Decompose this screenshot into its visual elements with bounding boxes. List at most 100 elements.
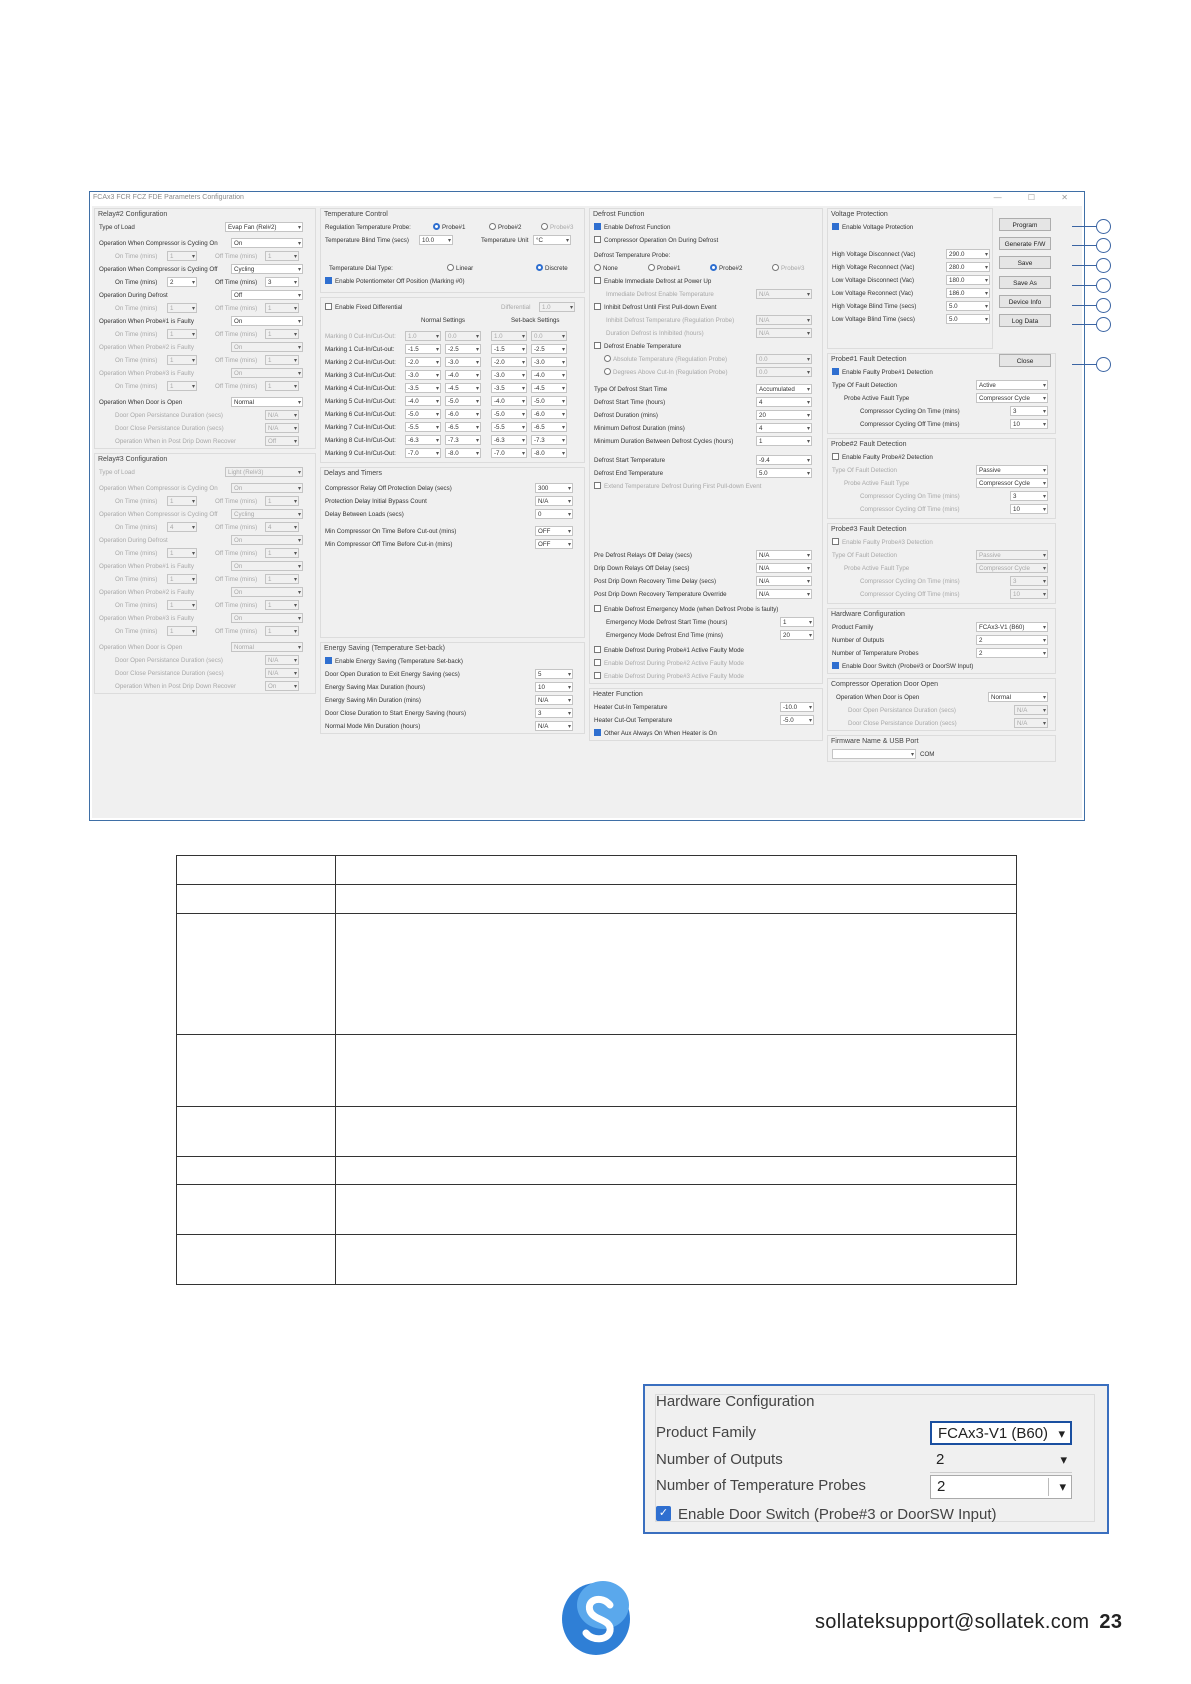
active-type-select[interactable]: Compressor Cycle [976,393,1048,404]
blind-time-select[interactable]: 10.0 [419,235,453,246]
checkbox-icon[interactable] [594,341,601,349]
off-time-select[interactable]: 1 [265,626,299,637]
door-close-select[interactable]: N/A [1014,718,1048,729]
probe2-radio[interactable]: Probe#2 [489,221,521,234]
cycle-off-select[interactable]: 10 [1010,504,1048,515]
setback-cutin-select[interactable]: -6.3 [491,435,527,446]
energy-select[interactable]: 5 [535,669,573,680]
defrost-enable-temp-checkbox[interactable]: Defrost Enable Temperature [594,340,681,353]
start-type-select[interactable]: Accumulated [756,384,812,395]
door-op-select[interactable]: Normal [988,692,1048,703]
log-data-button[interactable]: Log Data [999,314,1051,327]
defrost-faulty1-checkbox[interactable]: Enable Defrost During Probe#1 Active Fau… [594,644,744,657]
save-as-button[interactable]: Save As [999,276,1051,289]
voltage-select[interactable]: 186.0 [946,288,990,299]
family-select[interactable]: FCAx3-V1 (B60) [976,622,1048,633]
operation-select[interactable]: Cycling [231,509,303,520]
checkbox-checked-icon[interactable] [325,276,332,284]
absolute-temp-radio[interactable]: Absolute Temperature (Regulation Probe) [604,353,727,366]
radio-icon[interactable] [604,367,611,375]
on-time-select[interactable]: 2 [167,277,197,288]
normal-cutout-select[interactable]: -4.0 [445,370,481,381]
probe3-radio[interactable]: Probe#3 [541,221,573,234]
outputs-select[interactable]: 2 [976,635,1048,646]
energy-select[interactable]: 10 [535,682,573,693]
linear-radio[interactable]: Linear [447,262,473,275]
extend-defrost-checkbox[interactable]: Extend Temperature Defrost During First … [594,480,761,493]
setback-cutin-select[interactable]: -1.5 [491,344,527,355]
setback-cutout-select[interactable]: -7.3 [531,435,567,446]
radio-icon[interactable] [594,263,601,271]
on-time-select[interactable]: 1 [167,574,197,585]
active-type-select[interactable]: Compressor Cycle [976,563,1048,574]
number-of-probes-select[interactable]: 2 [930,1475,1072,1499]
operation-select[interactable]: On [231,561,303,572]
number-of-outputs-select[interactable]: 2 [930,1449,1072,1473]
heater-cutin-select[interactable]: -10.0 [780,702,814,713]
energy-select[interactable]: 3 [535,708,573,719]
radio-selected-icon[interactable] [536,263,543,271]
checkbox-icon[interactable] [594,481,601,489]
checkbox-icon[interactable] [594,276,601,284]
setback-cutin-select[interactable]: 1.0 [491,331,527,342]
off-time-select[interactable]: 1 [265,600,299,611]
operation-select[interactable]: On [265,681,299,692]
drip-delay-select[interactable]: N/A [756,550,812,561]
checkbox-checked-icon[interactable] [832,367,839,375]
cycle-off-select[interactable]: 10 [1010,419,1048,430]
setback-cutout-select[interactable]: -8.0 [531,448,567,459]
defrost-faulty3-checkbox[interactable]: Enable Defrost During Probe#3 Active Fau… [594,670,744,683]
operation-select[interactable]: Normal [231,397,303,408]
generate-fw-button[interactable]: Generate F/W [999,237,1051,250]
setback-cutout-select[interactable]: -3.0 [531,357,567,368]
off-time-select[interactable]: 1 [265,329,299,340]
setback-cutin-select[interactable]: -3.5 [491,383,527,394]
defrost-probe2-radio[interactable]: Probe#2 [710,262,742,275]
radio-icon[interactable] [648,263,655,271]
probe1-radio[interactable]: Probe#1 [433,221,465,234]
checkbox-icon[interactable] [594,604,601,612]
radio-selected-icon[interactable] [433,222,440,230]
operation-select[interactable]: N/A [265,423,299,434]
defrost-time-select[interactable]: 4 [756,397,812,408]
inhibit-duration-select[interactable]: N/A [756,328,812,339]
delay-select[interactable]: 300 [535,483,573,494]
enable-defrost-checkbox[interactable]: Enable Defrost Function [594,221,670,234]
off-time-select[interactable]: 1 [265,496,299,507]
checkbox-icon[interactable] [594,302,601,310]
defrost-probe3-radio[interactable]: Probe#3 [772,262,804,275]
discrete-radio[interactable]: Discrete [536,262,568,275]
defrost-time-select[interactable]: 20 [756,410,812,421]
operation-select[interactable]: On [231,587,303,598]
absolute-temp-select[interactable]: 0.0 [756,354,812,365]
checkbox-checked-icon[interactable]: ✓ [656,1505,671,1521]
on-time-select[interactable]: 1 [167,355,197,366]
save-button[interactable]: Save [999,256,1051,269]
normal-cutout-select[interactable]: -7.3 [445,435,481,446]
on-time-select[interactable]: 1 [167,496,197,507]
off-time-select[interactable]: 1 [265,548,299,559]
none-radio[interactable]: None [594,262,618,275]
fixed-differential-checkbox[interactable]: Enable Fixed Differential [325,301,402,314]
checkbox-icon[interactable] [832,537,839,545]
start-temp-select[interactable]: -9.4 [756,455,812,466]
delay-select[interactable]: N/A [535,496,573,507]
operation-select[interactable]: N/A [265,410,299,421]
checkbox-icon[interactable] [325,302,332,310]
setback-cutin-select[interactable]: -7.0 [491,448,527,459]
setback-cutout-select[interactable]: -4.5 [531,383,567,394]
voltage-select[interactable]: 290.0 [946,249,990,260]
normal-cutin-select[interactable]: -3.5 [405,383,441,394]
radio-icon[interactable] [772,263,779,271]
differential-select[interactable]: 1.0 [539,302,575,313]
operation-select[interactable]: Off [265,436,299,447]
delay-select[interactable]: 0 [535,509,573,520]
cycle-on-select[interactable]: 3 [1010,406,1048,417]
checkbox-checked-icon[interactable] [594,728,601,736]
delay-select[interactable]: OFF [535,539,573,550]
off-time-select[interactable]: 1 [265,303,299,314]
normal-cutin-select[interactable]: -1.5 [405,344,441,355]
probe1-fault-checkbox[interactable]: Enable Faulty Probe#1 Detection [832,366,933,379]
off-time-select[interactable]: 1 [265,381,299,392]
setback-cutin-select[interactable]: -3.0 [491,370,527,381]
